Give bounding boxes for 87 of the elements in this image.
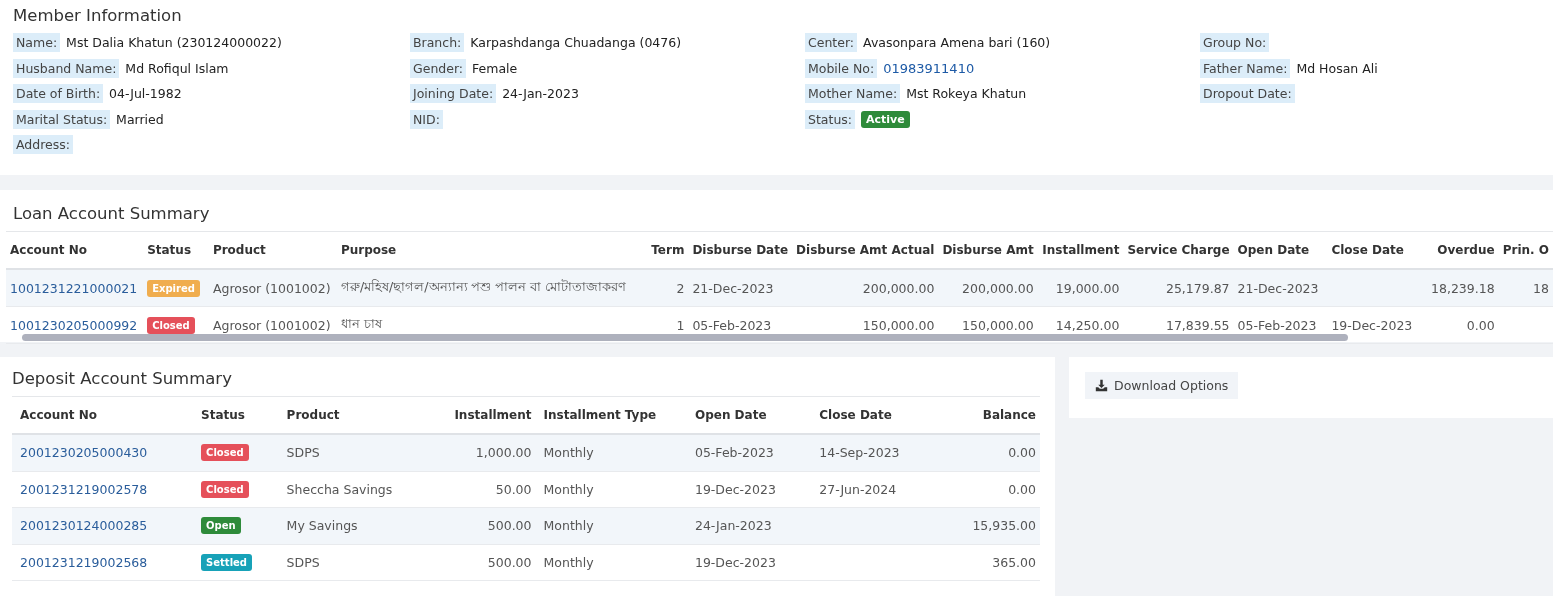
field-label: Gender: (410, 58, 467, 78)
table-cell: 50.00 (495, 481, 532, 497)
field-value: 24-Jan-2023 (502, 86, 579, 102)
table-cell: 05-Feb-2023 (1237, 317, 1317, 333)
field-label: Joining Date: (410, 84, 497, 104)
table-cell: 05-Feb-2023 (692, 317, 772, 333)
table-cell: 14,250.00 (1055, 317, 1120, 333)
table-cell: 14-Sep-2023 (819, 445, 900, 461)
table-cell: 2 (676, 280, 685, 296)
table-cell: 18,239.18 (1431, 280, 1495, 296)
status-badge: Closed (201, 480, 249, 498)
status-badge: Closed (147, 316, 195, 334)
table-cell: Monthly (543, 445, 594, 461)
table-cell: 0.00 (1466, 317, 1495, 333)
field-value: Avasonpara Amena bari (160) (863, 35, 1051, 51)
field-label: Group No: (1200, 33, 1270, 53)
table-cell: 200,000.00 (962, 280, 1034, 296)
account-number-link[interactable]: 2001231219002578 (20, 481, 148, 497)
field-label: Status: (805, 109, 856, 129)
table-cell: 150,000.00 (862, 317, 935, 333)
table-cell: Agrosor (1001002) (212, 280, 331, 296)
table-cell: গরু/মহিষ/ছাগল/অন্যান্য পশু পালন বা মোটাতাজাকরণ (340, 279, 627, 294)
table-cell: SDPS (286, 554, 320, 570)
table-cell: 500.00 (487, 518, 532, 534)
table-cell: 18 (1533, 280, 1549, 296)
account-number-link[interactable]: 1001230205000992 (10, 317, 138, 333)
table-cell: Monthly (543, 554, 594, 570)
field-value: Md Hosan Ali (1296, 60, 1378, 76)
field-label: Dropout Date: (1200, 84, 1295, 104)
phone-link[interactable]: 01983911410 (883, 60, 975, 76)
section-title: Deposit Account Summary (12, 369, 233, 388)
field-label: Date of Birth: (13, 84, 104, 104)
section-title: Member Information (13, 6, 183, 25)
table-cell: 19,000.00 (1055, 280, 1120, 296)
field-value: Mst Rokeya Khatun (906, 86, 1027, 102)
table-cell: 1 (676, 317, 685, 333)
section-title: Loan Account Summary (12, 204, 211, 223)
status-badge: Active (861, 110, 910, 128)
field-label: Address: (13, 135, 73, 155)
status-badge: Open (201, 517, 241, 535)
field-value: Karpashdanga Chuadanga (0476) (470, 35, 682, 51)
field-label: NID: (410, 109, 443, 129)
status-badge: Expired (147, 279, 200, 297)
table-cell: 19-Dec-2023 (694, 554, 776, 570)
table-cell: Sheccha Savings (286, 481, 393, 497)
table-cell: Monthly (543, 481, 594, 497)
field-value: 04-Jul-1982 (109, 86, 182, 102)
field-label: Name: (13, 33, 61, 53)
download-options-button[interactable]: Download Options (1085, 372, 1239, 399)
table-cell: 365.00 (992, 554, 1036, 570)
table-cell: 21-Dec-2023 (1237, 280, 1319, 296)
table-cell: 150,000.00 (962, 317, 1034, 333)
table-cell: 19-Dec-2023 (694, 481, 776, 497)
table-cell: 19-Dec-2023 (1331, 317, 1413, 333)
table-cell: 27-Jun-2024 (819, 481, 897, 497)
table-cell: 21-Dec-2023 (692, 280, 774, 296)
table-cell: 25,179.87 (1165, 280, 1230, 296)
table-cell: SDPS (286, 445, 320, 461)
table-cell: 15,935.00 (972, 518, 1036, 534)
table-cell: Monthly (543, 518, 594, 534)
field-value: Mst Dalia Khatun (230124000022) (66, 35, 282, 51)
table-cell: Agrosor (1001002) (212, 317, 331, 333)
table-cell: 05-Feb-2023 (694, 445, 774, 461)
field-label: Husband Name: (13, 58, 120, 78)
field-label: Father Name: (1200, 58, 1291, 78)
table-cell: 0.00 (1008, 481, 1036, 497)
status-badge: Closed (201, 444, 249, 462)
field-label: Mobile No: (805, 58, 878, 78)
field-label: Branch: (410, 33, 465, 53)
table-cell: 1,000.00 (475, 445, 532, 461)
table-cell: 24-Jan-2023 (694, 518, 772, 534)
field-value: Female (472, 60, 518, 76)
field-label: Mother Name: (805, 84, 901, 104)
horizontal-scrollbar[interactable] (22, 334, 1348, 341)
field-value: Md Rofiqul Islam (125, 60, 229, 76)
table-cell: 500.00 (487, 554, 532, 570)
table-cell: 17,839.55 (1165, 317, 1230, 333)
table-cell: My Savings (286, 518, 358, 534)
field-label: Marital Status: (13, 109, 111, 129)
account-number-link[interactable]: 2001231219002568 (20, 554, 148, 570)
status-badge: Settled (201, 553, 252, 571)
table-cell: 200,000.00 (862, 280, 935, 296)
table-cell: ধান চাষ (340, 316, 382, 331)
field-value: Married (116, 111, 164, 127)
field-label: Center: (805, 33, 858, 53)
download-icon (1095, 379, 1108, 392)
table-cell: 0.00 (1008, 445, 1036, 461)
